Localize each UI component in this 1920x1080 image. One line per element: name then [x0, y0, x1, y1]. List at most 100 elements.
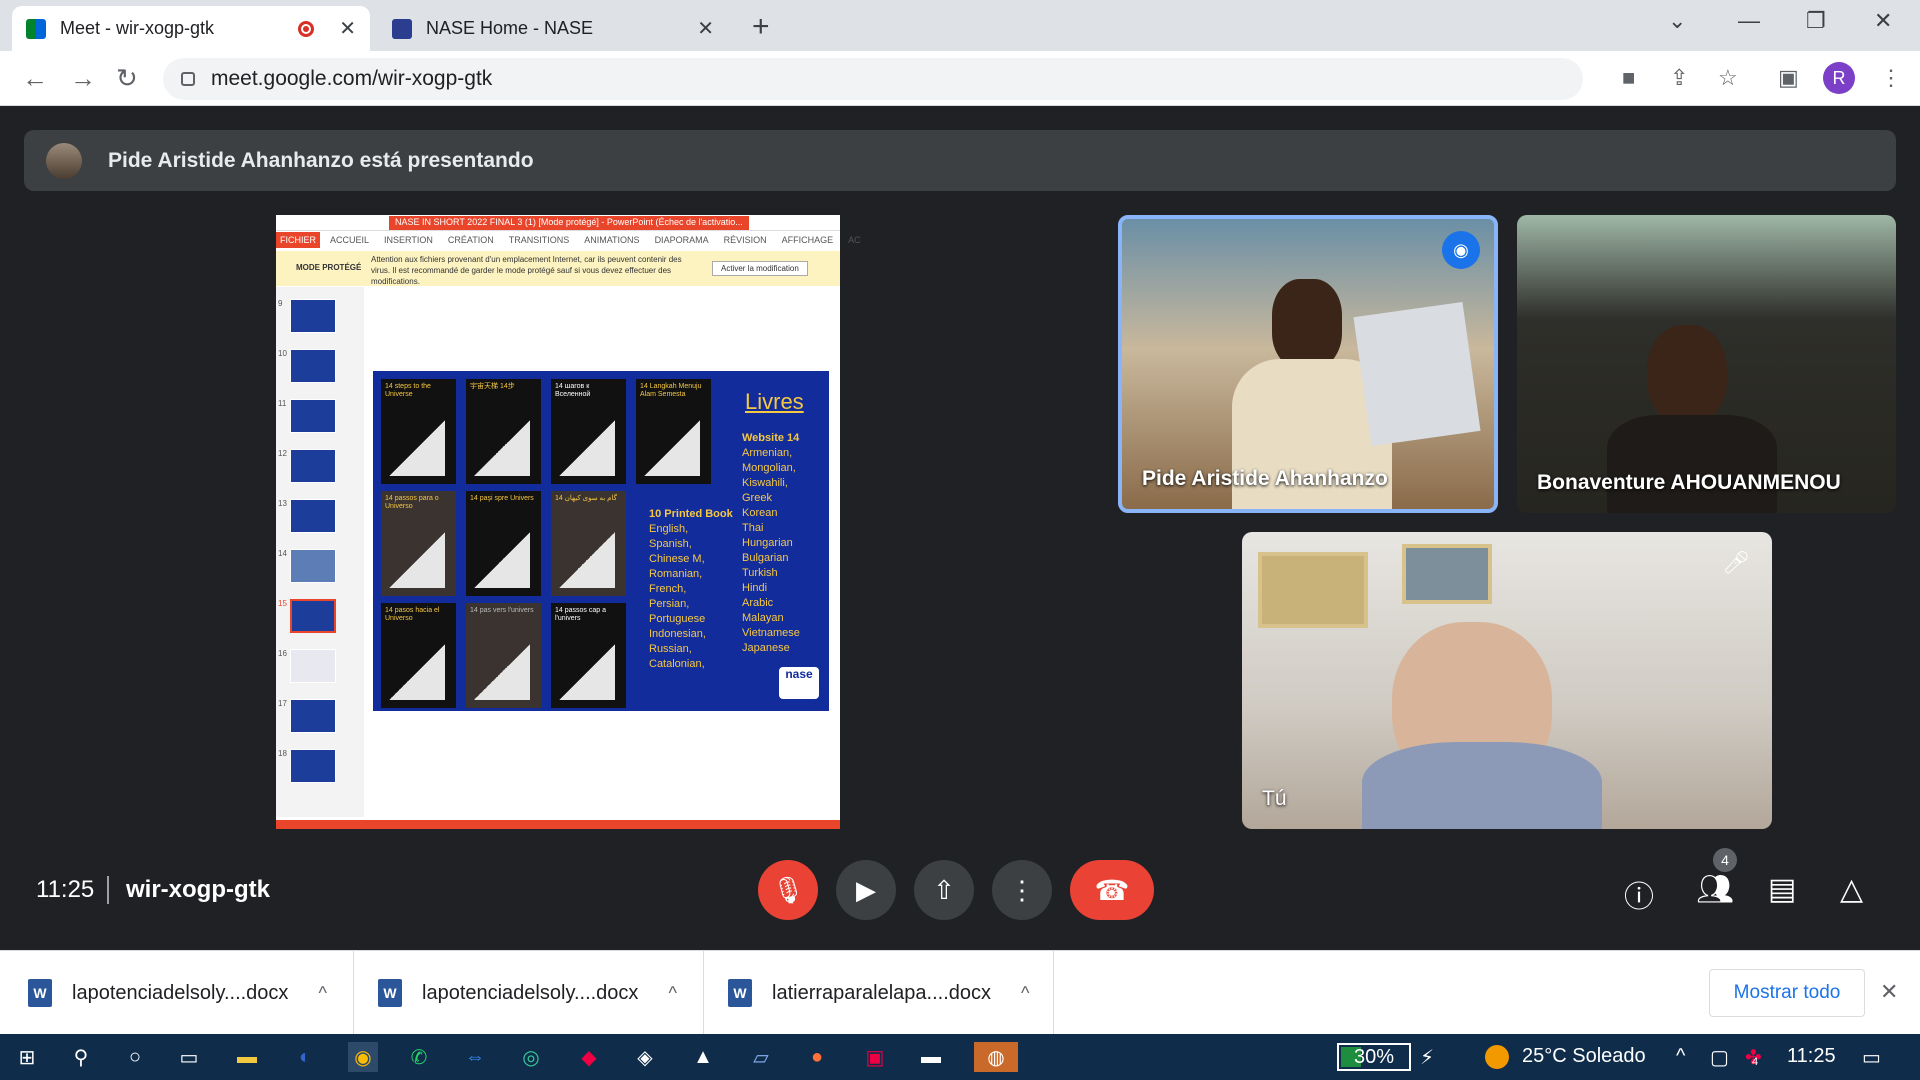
- download-item[interactable]: W lapotenciadelsoly....docx ^: [378, 951, 704, 1035]
- download-item[interactable]: W lapotenciadelsoly....docx ^: [28, 951, 354, 1035]
- profile-avatar[interactable]: R: [1823, 62, 1855, 94]
- tray-chevron-up-icon[interactable]: ^: [1676, 1045, 1685, 1068]
- windows-start-icon[interactable]: ⊞: [12, 1042, 42, 1072]
- teamviewer-icon[interactable]: ⇔: [460, 1042, 490, 1072]
- tab-search-icon[interactable]: ⌄: [1668, 8, 1686, 34]
- app-icon[interactable]: ▬: [916, 1042, 946, 1072]
- restore-icon[interactable]: ❐: [1806, 8, 1826, 34]
- shared-screen: NASE IN SHORT 2022 FINAL 3 (1) [Mode pro…: [276, 215, 861, 829]
- book-cover: 14 Langkah Menuju Alam Semesta: [636, 379, 711, 484]
- camera-icon[interactable]: ■: [1622, 65, 1635, 91]
- back-icon[interactable]: ←: [22, 63, 48, 94]
- participant-tile-self[interactable]: 🎤︎ Tú: [1242, 532, 1772, 829]
- protected-label: MODE PROTÉGÉ: [296, 263, 362, 272]
- app-icon[interactable]: ▲: [688, 1042, 718, 1072]
- people-icon[interactable]: 👥︎: [1696, 872, 1734, 907]
- tray-notification-count: 4: [1752, 1056, 1759, 1068]
- url-text: meet.google.com/wir-xogp-gtk: [211, 67, 493, 90]
- forward-icon[interactable]: →: [70, 63, 96, 94]
- nase-logo: nase: [779, 667, 819, 699]
- slide-thumbnail: [290, 699, 336, 733]
- chevron-up-icon[interactable]: ^: [318, 983, 326, 1004]
- ribbon-tab: AFFICHAGE: [781, 235, 834, 245]
- thumb-number: 10: [278, 349, 287, 358]
- chrome-icon[interactable]: ◉: [348, 1042, 378, 1072]
- ribbon-tab: FICHIER: [276, 232, 320, 248]
- present-button[interactable]: ⇧: [914, 860, 974, 920]
- participant-name: Pide Aristide Ahanhanzo: [1142, 467, 1388, 490]
- nase-favicon-icon: [392, 18, 412, 39]
- ppt-ribbon: FICHIER ACCUEIL INSERTION CRÉATION TRANS…: [276, 231, 861, 249]
- slide-thumbnail: [290, 399, 336, 433]
- book-cover: 14 pas vers l'univers: [466, 603, 541, 708]
- cortana-icon[interactable]: ○: [120, 1042, 150, 1072]
- download-shelf: W lapotenciadelsoly....docx ^ W lapotenc…: [0, 950, 1920, 1035]
- close-tab-icon[interactable]: ✕: [339, 16, 356, 41]
- tab-nase[interactable]: NASE Home - NASE ✕: [378, 6, 728, 51]
- address-bar[interactable]: meet.google.com/wir-xogp-gtk: [163, 58, 1583, 100]
- chat-icon[interactable]: ▤: [1768, 872, 1796, 907]
- search-icon[interactable]: ⚲: [66, 1042, 96, 1072]
- app-icon[interactable]: ◎: [516, 1042, 546, 1072]
- menu-icon[interactable]: ⋮: [1880, 65, 1902, 91]
- leave-call-button[interactable]: ☎: [1070, 860, 1154, 920]
- activities-icon[interactable]: △: [1840, 872, 1863, 907]
- meeting-info-icon[interactable]: ⓘ: [1624, 872, 1654, 916]
- thumb-number: 17: [278, 699, 287, 708]
- website-languages: Website 14 Armenian, Mongolian, Kiswahil…: [742, 432, 800, 654]
- close-tab-icon[interactable]: ✕: [697, 16, 714, 41]
- camera-toggle-button[interactable]: ▶: [836, 860, 896, 920]
- show-all-button[interactable]: Mostrar todo: [1709, 969, 1865, 1017]
- ribbon-tab: INSERTION: [384, 235, 433, 245]
- slide-thumbnail-selected: [290, 599, 336, 633]
- download-filename: lapotenciadelsoly....docx: [422, 981, 639, 1004]
- download-item[interactable]: W latierraparalelapa....docx ^: [728, 951, 1054, 1035]
- camera-icon: ▶: [856, 874, 876, 905]
- presenter-avatar: [46, 142, 82, 179]
- task-view-icon[interactable]: ▭: [174, 1042, 204, 1072]
- share-icon[interactable]: ⇪: [1670, 65, 1688, 91]
- app-icon[interactable]: ▱: [746, 1042, 776, 1072]
- close-shelf-icon[interactable]: ✕: [1880, 979, 1898, 1005]
- battery-indicator[interactable]: 30%: [1337, 1043, 1411, 1071]
- thumb-number: 13: [278, 499, 287, 508]
- file-explorer-icon[interactable]: ▬: [232, 1042, 262, 1072]
- chevron-up-icon[interactable]: ^: [1021, 983, 1029, 1004]
- app-icon[interactable]: ◆: [574, 1042, 604, 1072]
- new-tab-icon[interactable]: +: [752, 10, 770, 44]
- book-cover: 14 steps to the Universe: [381, 379, 456, 484]
- meet-favicon-icon: [26, 18, 46, 39]
- side-panel-icon[interactable]: ▣: [1778, 65, 1799, 91]
- edge-icon[interactable]: ◐: [290, 1042, 320, 1072]
- bookmark-star-icon[interactable]: ☆: [1718, 65, 1738, 91]
- minimize-icon[interactable]: —: [1738, 8, 1760, 34]
- tab-title: Meet - wir-xogp-gtk: [60, 18, 215, 38]
- tray-device-icon[interactable]: ▢: [1710, 1045, 1729, 1070]
- close-window-icon[interactable]: ✕: [1874, 8, 1892, 34]
- chevron-up-icon[interactable]: ^: [668, 983, 676, 1004]
- reload-icon[interactable]: ↻: [116, 63, 138, 94]
- lock-icon: [181, 72, 195, 86]
- action-center-icon[interactable]: ▭: [1862, 1045, 1881, 1070]
- download-filename: lapotenciadelsoly....docx: [72, 981, 289, 1004]
- protected-view-bar: MODE PROTÉGÉ Attention aux fichiers prov…: [276, 251, 840, 286]
- hangup-icon: ☎: [1094, 874, 1130, 906]
- taskbar-clock[interactable]: 11:25: [1787, 1045, 1836, 1068]
- app-icon[interactable]: ◍: [974, 1042, 1018, 1072]
- whatsapp-icon[interactable]: ✆: [404, 1042, 434, 1072]
- mic-toggle-button[interactable]: 🎙︎: [758, 860, 818, 920]
- thumb-number: 16: [278, 649, 287, 658]
- protected-message: Attention aux fichiers provenant d'un em…: [371, 255, 682, 286]
- tab-meet[interactable]: Meet - wir-xogp-gtk ✕: [12, 6, 370, 51]
- participant-tile[interactable]: Bonaventure AHOUANMENOU: [1517, 215, 1896, 513]
- thumb-number: 18: [278, 749, 287, 758]
- app-icon[interactable]: ◈: [630, 1042, 660, 1072]
- participant-tile-presenter[interactable]: ◉ Pide Aristide Ahanhanzo: [1118, 215, 1498, 513]
- firefox-icon[interactable]: ●: [802, 1042, 832, 1072]
- pdf-to-jpg-icon[interactable]: ▣: [860, 1042, 890, 1072]
- participant-name: Tú: [1262, 787, 1287, 810]
- power-plug-icon: ⚡︎: [1420, 1047, 1435, 1069]
- tab-title: NASE Home - NASE: [426, 18, 594, 38]
- weather-text[interactable]: 25°C Soleado: [1522, 1045, 1646, 1068]
- more-options-button[interactable]: ⋮: [992, 860, 1052, 920]
